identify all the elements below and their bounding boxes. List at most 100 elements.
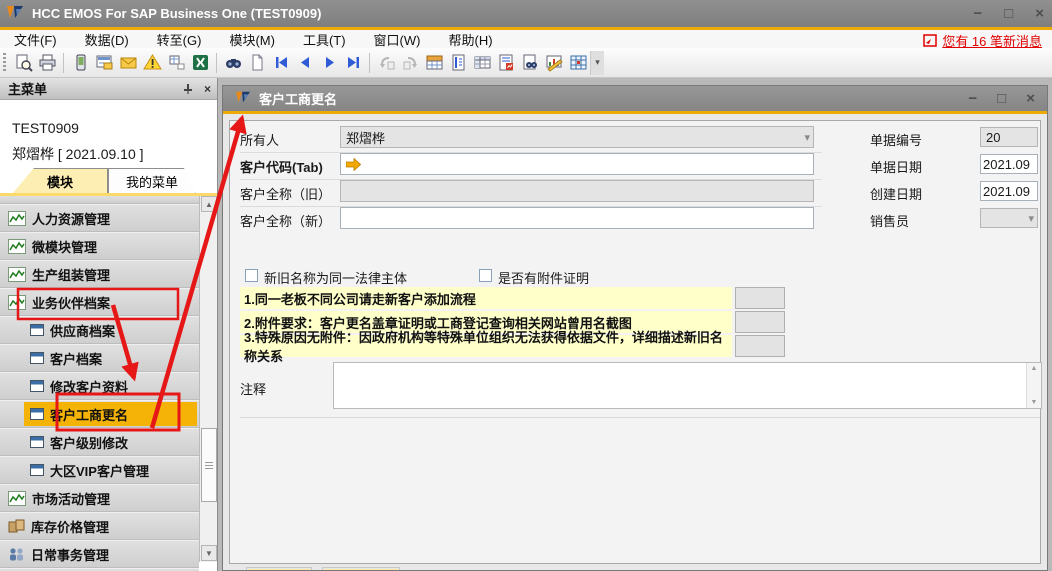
dialog-content-panel: 所有人 郑熠桦▾ 客户代码(Tab) 客户全称（旧） 客户全称（新） 单据编号 … xyxy=(229,120,1041,564)
sidebar-item-marketing[interactable]: 市场活动管理 xyxy=(0,484,199,512)
menu-file[interactable]: 文件(F) xyxy=(0,30,71,49)
grid-settings-icon[interactable] xyxy=(566,51,590,75)
form-grid-icon[interactable] xyxy=(422,51,446,75)
window-title: HCC EMOS For SAP Business One (TEST0909) xyxy=(32,6,321,21)
user-code: TEST0909 xyxy=(12,120,79,136)
sidebar-item-production[interactable]: 生产组装管理 xyxy=(0,260,199,288)
dialog-minimize-icon[interactable]: − xyxy=(968,86,977,111)
message-icon xyxy=(923,34,937,47)
sidebar-item-micro[interactable]: 微模块管理 xyxy=(0,232,199,260)
add-button[interactable]: 添加(A) xyxy=(246,567,312,571)
sidebar-item-daily-affairs[interactable]: 日常事务管理 xyxy=(0,540,199,568)
sidebar-item-vip-customer[interactable]: 大区VIP客户管理 xyxy=(0,456,199,484)
find-form-icon[interactable] xyxy=(518,51,542,75)
close-icon[interactable]: × xyxy=(1035,0,1044,27)
mail-icon[interactable] xyxy=(116,51,140,75)
menu-modules[interactable]: 模块(M) xyxy=(215,30,289,49)
dialog-maximize-icon[interactable]: □ xyxy=(997,86,1006,111)
sidebar-item-supplier-file[interactable]: 供应商档案 xyxy=(0,316,199,344)
sidebar-item-customer-level[interactable]: 客户级别修改 xyxy=(0,428,199,456)
hint-field-3 xyxy=(735,335,785,357)
nav-last-icon[interactable] xyxy=(341,51,365,75)
owner-label: 所有人 xyxy=(240,130,279,149)
new-document-icon[interactable] xyxy=(245,51,269,75)
notes-scrollbar[interactable]: ▲▼ xyxy=(1026,363,1041,408)
chart-pencil-icon[interactable] xyxy=(542,51,566,75)
minimize-icon[interactable]: − xyxy=(973,0,982,27)
new-name-input[interactable] xyxy=(340,207,814,229)
menu-window[interactable]: 窗口(W) xyxy=(360,30,435,49)
create-date-label: 创建日期 xyxy=(870,184,922,203)
app-logo-icon xyxy=(6,4,24,23)
undo-icon[interactable] xyxy=(374,51,398,75)
customer-code-input[interactable] xyxy=(340,153,814,175)
report-icon[interactable] xyxy=(494,51,518,75)
cancel-button[interactable]: 取消(C) xyxy=(322,567,400,571)
scrollbar-thumb[interactable] xyxy=(201,428,217,502)
chevron-down-icon: ▾ xyxy=(804,131,810,144)
main-menu-panel: 主菜单 × TEST0909 郑熠桦 [ 2021.09.10 ] 模块 我的菜… xyxy=(0,78,218,571)
notes-textarea[interactable]: ▲▼ xyxy=(333,362,1042,409)
document-lines-icon[interactable] xyxy=(446,51,470,75)
sidebar-item-business-partner[interactable]: 业务伙伴档案 xyxy=(0,288,199,316)
export-grid-icon[interactable] xyxy=(164,51,188,75)
scroll-down-icon: ▼ xyxy=(1031,399,1038,406)
nav-first-icon[interactable] xyxy=(269,51,293,75)
table-icon[interactable] xyxy=(470,51,494,75)
mobile-icon[interactable] xyxy=(68,51,92,75)
hint-row-1: 1.同一老板不同公司请走新客户添加流程 xyxy=(240,287,732,309)
old-name-label: 客户全称（旧） xyxy=(240,184,331,203)
layout-mail-icon[interactable] xyxy=(92,51,116,75)
sidebar-scrollbar[interactable]: ▲ ▼ xyxy=(199,196,217,562)
customer-code-label: 客户代码(Tab) xyxy=(240,157,323,176)
scroll-down-icon[interactable]: ▼ xyxy=(201,545,217,561)
redo-icon[interactable] xyxy=(398,51,422,75)
sidebar-title: 主菜单 xyxy=(8,79,47,98)
doc-no-field: 20 xyxy=(980,127,1038,147)
print-icon[interactable] xyxy=(35,51,59,75)
sidebar-item-customer-rename[interactable]: 客户工商更名 xyxy=(0,400,199,428)
notes-label: 注释 xyxy=(240,379,266,398)
tab-my-menu[interactable]: 我的菜单 xyxy=(108,168,196,194)
warning-icon[interactable] xyxy=(140,51,164,75)
scroll-up-icon[interactable]: ▲ xyxy=(201,196,217,212)
sidebar-item-customer-file[interactable]: 客户档案 xyxy=(0,344,199,372)
dialog-title: 客户工商更名 xyxy=(259,89,337,108)
user-name-date: 郑熠桦 [ 2021.09.10 ] xyxy=(12,144,144,164)
menu-help[interactable]: 帮助(H) xyxy=(434,30,506,49)
customer-rename-dialog: 客户工商更名 − □ × 所有人 郑熠桦▾ 客户代码(Tab) 客户全称（旧） xyxy=(222,85,1048,571)
sidebar-close-icon[interactable]: × xyxy=(204,82,211,96)
doc-date-field[interactable]: 2021.09 xyxy=(980,154,1038,174)
toolbar-overflow-icon[interactable]: ▾ xyxy=(590,51,604,75)
sidebar-header: 主菜单 × xyxy=(0,78,217,100)
old-name-field xyxy=(340,180,814,202)
sidebar-item-hr[interactable]: 人力资源管理 xyxy=(0,204,199,232)
find-icon[interactable] xyxy=(221,51,245,75)
sidebar-item-inventory-price[interactable]: 库存价格管理 xyxy=(0,512,199,540)
salesperson-label: 销售员 xyxy=(870,211,909,230)
main-title-bar: HCC EMOS For SAP Business One (TEST0909)… xyxy=(0,0,1052,27)
maximize-icon[interactable]: □ xyxy=(1004,0,1013,27)
dialog-close-icon[interactable]: × xyxy=(1026,86,1035,111)
section-divider xyxy=(240,417,1040,418)
toolbar-grip xyxy=(3,53,6,73)
owner-dropdown: 郑熠桦▾ xyxy=(340,126,814,148)
pin-icon[interactable] xyxy=(182,83,194,95)
tab-modules[interactable]: 模块 xyxy=(12,168,108,194)
link-arrow-icon[interactable] xyxy=(346,158,361,171)
attachment-checkbox[interactable] xyxy=(479,269,492,282)
doc-date-label: 单据日期 xyxy=(870,157,922,176)
same-entity-checkbox[interactable] xyxy=(245,269,258,282)
create-date-field[interactable]: 2021.09 xyxy=(980,181,1038,201)
attachment-checkbox-label: 是否有附件证明 xyxy=(498,268,589,287)
nav-prev-icon[interactable] xyxy=(293,51,317,75)
nav-next-icon[interactable] xyxy=(317,51,341,75)
sidebar-item-modify-customer[interactable]: 修改客户资料 xyxy=(0,372,199,400)
excel-icon[interactable] xyxy=(188,51,212,75)
menu-goto[interactable]: 转至(G) xyxy=(143,30,216,49)
menu-data[interactable]: 数据(D) xyxy=(71,30,143,49)
print-preview-icon[interactable] xyxy=(11,51,35,75)
same-entity-checkbox-label: 新旧名称为同一法律主体 xyxy=(264,268,407,287)
menu-bar: 文件(F) 数据(D) 转至(G) 模块(M) 工具(T) 窗口(W) 帮助(H… xyxy=(0,30,1052,48)
menu-tools[interactable]: 工具(T) xyxy=(289,30,360,49)
